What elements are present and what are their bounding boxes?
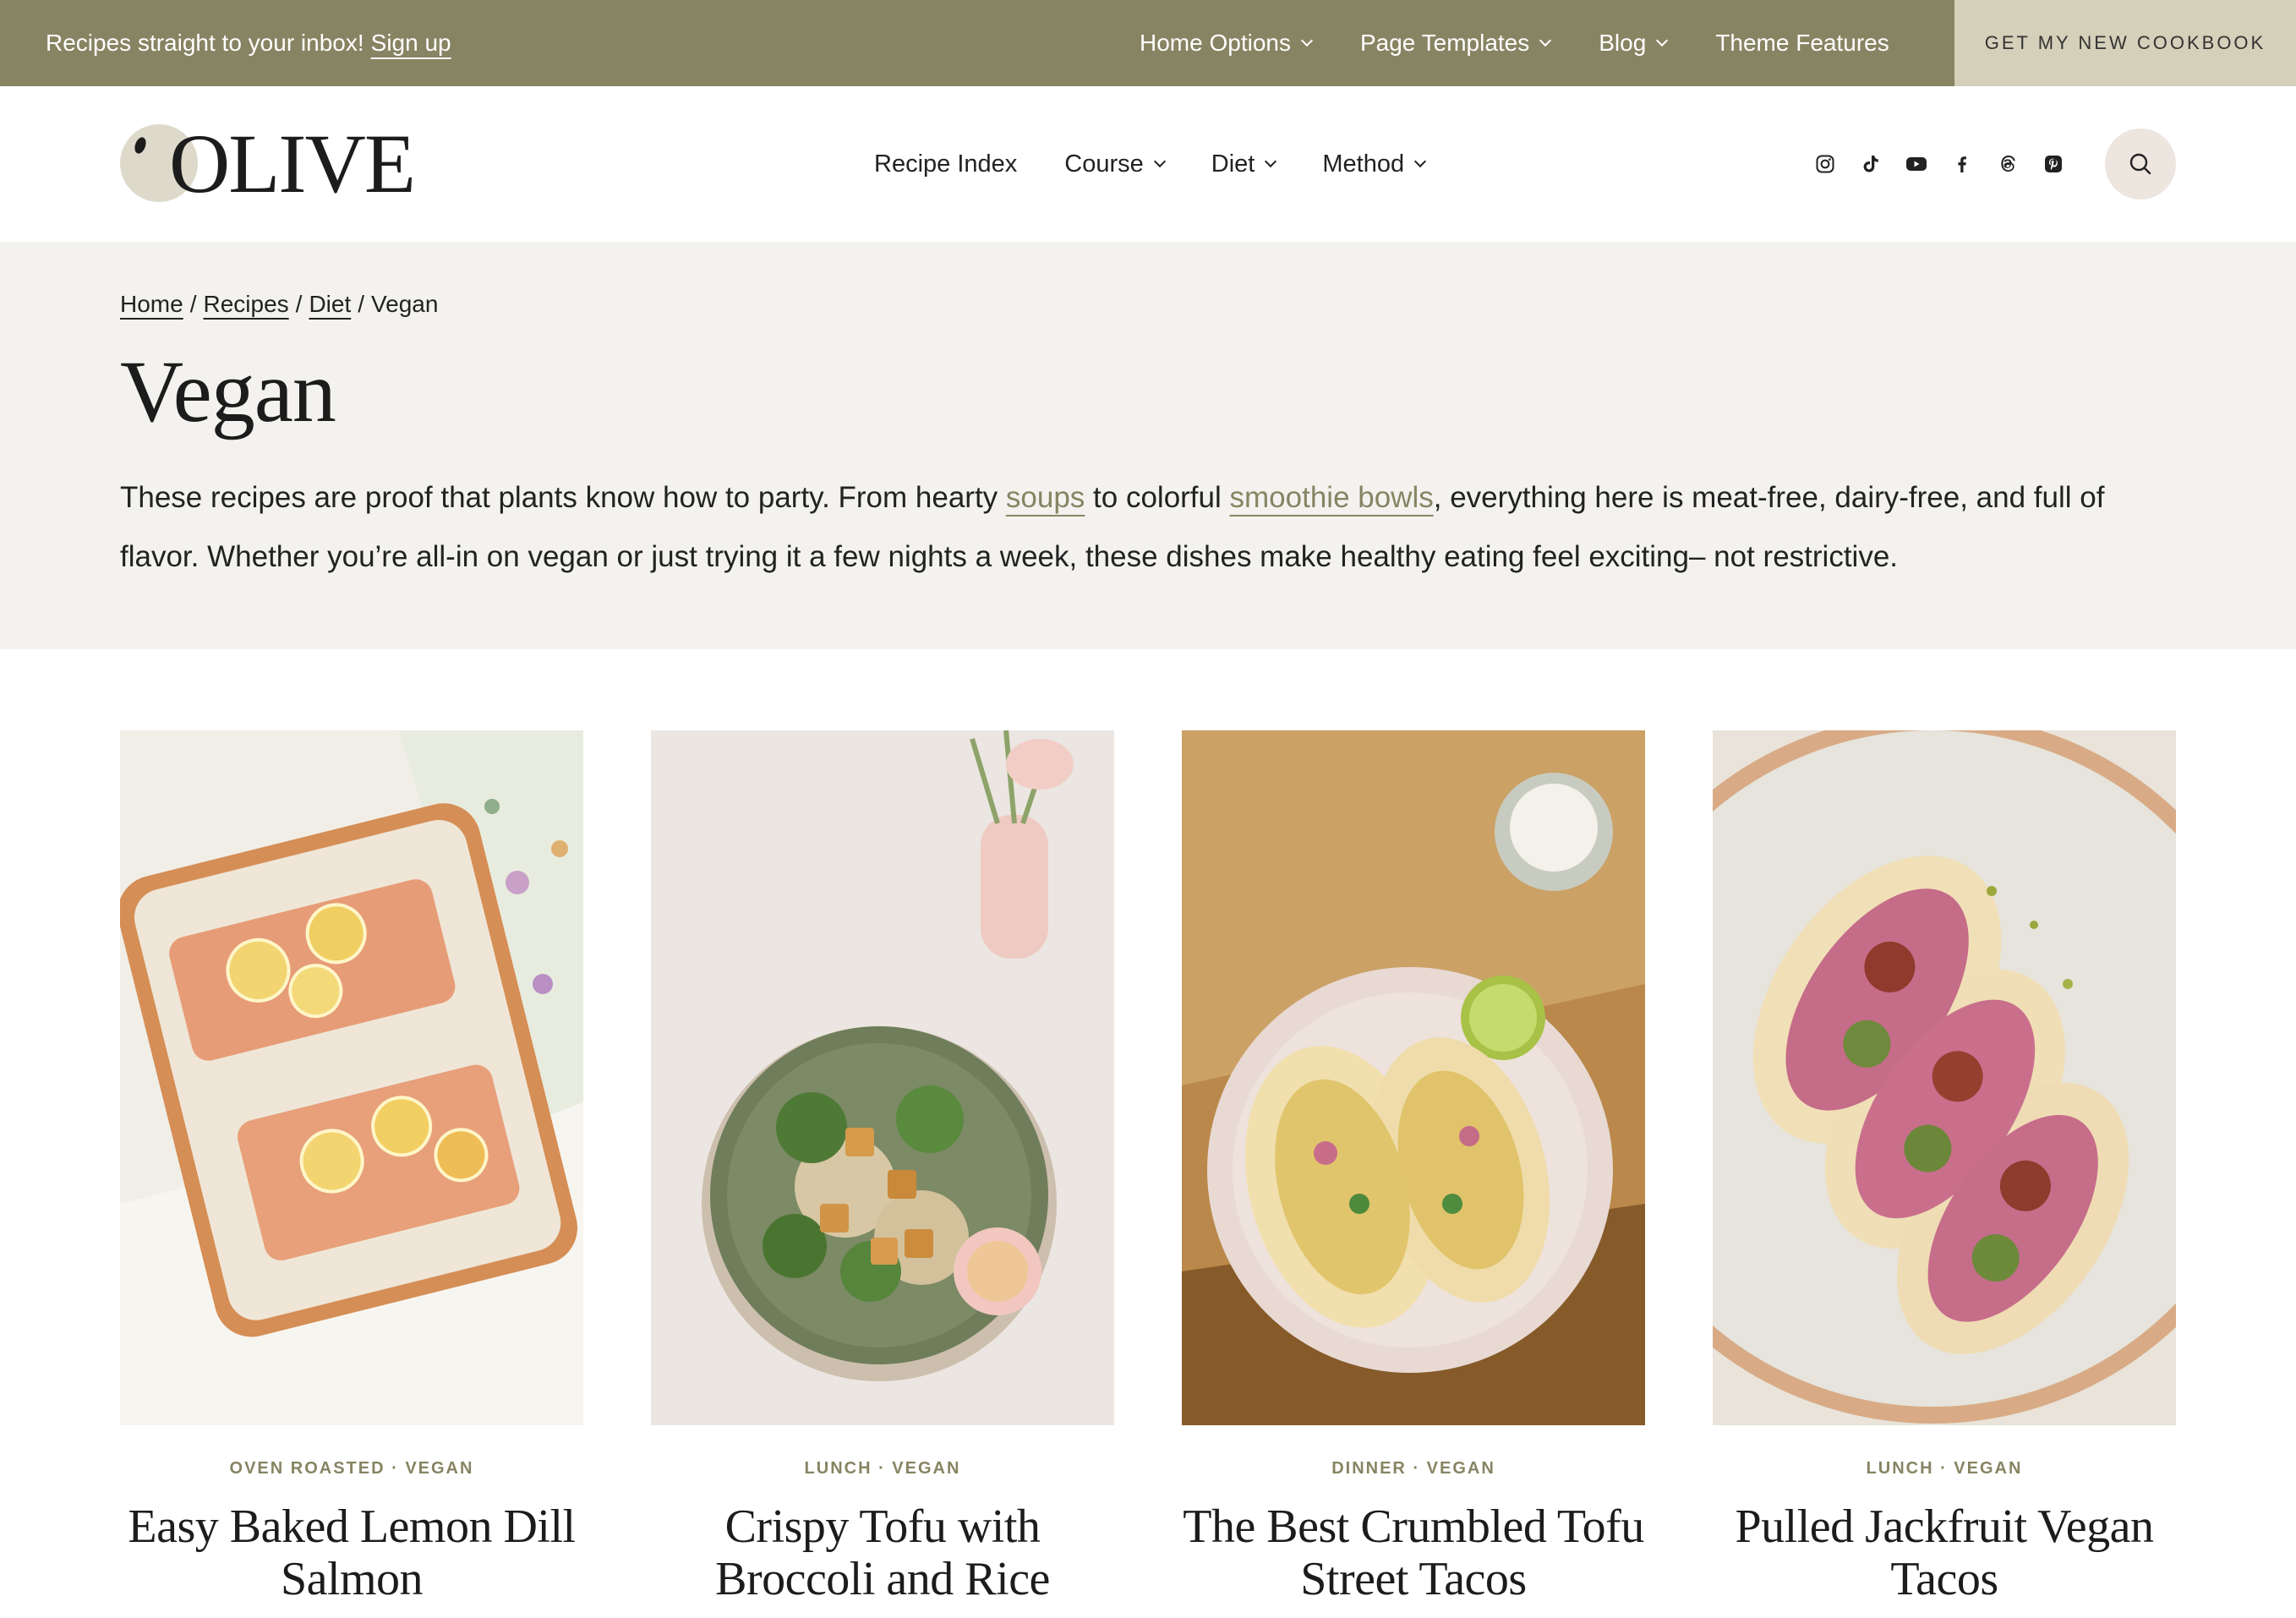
breadcrumb-separator: / bbox=[295, 291, 303, 317]
recipe-card[interactable]: LUNCH · VEGAN Pulled Jackfruit Vegan Tac… bbox=[1713, 730, 2176, 1605]
breadcrumb-separator: / bbox=[189, 291, 197, 317]
top-nav-label: Blog bbox=[1599, 30, 1647, 56]
threads-icon[interactable] bbox=[1997, 153, 2019, 175]
nav-label: Method bbox=[1322, 150, 1405, 178]
promo-text: Recipes straight to your inbox! bbox=[46, 30, 364, 56]
social-links bbox=[1814, 86, 2064, 242]
recipe-title[interactable]: Crispy Tofu with Broccoli and Rice bbox=[651, 1500, 1114, 1605]
category-hero: Home / Recipes / Diet / Vegan Vegan Thes… bbox=[0, 242, 2296, 649]
cookbook-button[interactable]: GET MY NEW COOKBOOK bbox=[1954, 0, 2296, 86]
top-nav-home-options[interactable]: Home Options bbox=[1140, 30, 1314, 57]
soups-link[interactable]: soups bbox=[1006, 481, 1085, 514]
recipe-title[interactable]: The Best Crumbled Tofu Street Tacos bbox=[1182, 1500, 1645, 1605]
recipe-category: OVEN ROASTED · VEGAN bbox=[229, 1459, 474, 1478]
recipe-category: LUNCH · VEGAN bbox=[804, 1459, 961, 1478]
facebook-icon[interactable] bbox=[1951, 153, 1973, 175]
search-icon bbox=[2129, 153, 2151, 175]
top-nav-blog[interactable]: Blog bbox=[1599, 30, 1669, 57]
breadcrumb-recipes[interactable]: Recipes bbox=[203, 291, 288, 318]
pinterest-icon[interactable] bbox=[2042, 153, 2064, 175]
announcement-bar: Recipes straight to your inbox! Sign up … bbox=[0, 0, 2296, 86]
top-nav-label: Page Templates bbox=[1359, 30, 1530, 56]
recipe-card[interactable]: LUNCH · VEGAN Crispy Tofu with Broccoli … bbox=[651, 730, 1114, 1605]
nav-label: Diet bbox=[1211, 150, 1255, 178]
nav-course[interactable]: Course bbox=[1064, 150, 1166, 178]
logo-text: OLIVE bbox=[169, 117, 416, 210]
top-nav-theme-features[interactable]: Theme Features bbox=[1715, 30, 1889, 57]
tiktok-icon[interactable] bbox=[1860, 153, 1882, 175]
top-nav: Home Options Page Templates Blog Theme F… bbox=[1140, 0, 1938, 86]
recipe-category: LUNCH · VEGAN bbox=[1866, 1459, 2023, 1478]
page-title: Vegan bbox=[120, 343, 336, 440]
youtube-icon[interactable] bbox=[1905, 153, 1927, 175]
chevron-down-icon bbox=[1656, 34, 1669, 47]
recipe-image-salmon[interactable] bbox=[120, 730, 583, 1425]
nav-method[interactable]: Method bbox=[1322, 150, 1427, 178]
nav-label: Course bbox=[1064, 150, 1144, 178]
breadcrumb: Home / Recipes / Diet / Vegan bbox=[120, 291, 438, 318]
recipe-grid: OVEN ROASTED · VEGAN Easy Baked Lemon Di… bbox=[120, 730, 2176, 1605]
breadcrumb-home[interactable]: Home bbox=[120, 291, 183, 318]
category-description: These recipes are proof that plants know… bbox=[120, 468, 2174, 587]
recipe-title[interactable]: Pulled Jackfruit Vegan Tacos bbox=[1713, 1500, 2176, 1605]
breadcrumb-current: Vegan bbox=[371, 291, 439, 317]
breadcrumb-separator: / bbox=[358, 291, 365, 317]
main-nav: Recipe Index Course Diet Method bbox=[874, 86, 1472, 242]
nav-diet[interactable]: Diet bbox=[1211, 150, 1277, 178]
nav-recipe-index[interactable]: Recipe Index bbox=[874, 150, 1017, 178]
chevron-down-icon bbox=[1414, 155, 1427, 168]
recipe-category: DINNER · VEGAN bbox=[1331, 1459, 1495, 1478]
chevron-down-icon bbox=[1153, 155, 1166, 168]
nav-label: Recipe Index bbox=[874, 150, 1018, 178]
search-button[interactable] bbox=[2105, 128, 2176, 200]
instagram-icon[interactable] bbox=[1814, 153, 1836, 175]
promo: Recipes straight to your inbox! Sign up bbox=[46, 0, 451, 86]
recipe-title[interactable]: Easy Baked Lemon Dill Salmon bbox=[120, 1500, 583, 1605]
breadcrumb-diet[interactable]: Diet bbox=[309, 291, 351, 318]
chevron-down-icon bbox=[1539, 34, 1552, 47]
site-logo[interactable]: OLIVE bbox=[120, 122, 416, 206]
chevron-down-icon bbox=[1265, 155, 1277, 168]
signup-link[interactable]: Sign up bbox=[371, 30, 451, 57]
cookbook-button-label: GET MY NEW COOKBOOK bbox=[1984, 32, 2266, 53]
recipe-image-tofu-bowl[interactable] bbox=[651, 730, 1114, 1425]
smoothie-bowls-link[interactable]: smoothie bowls bbox=[1230, 481, 1434, 514]
chevron-down-icon bbox=[1300, 34, 1314, 47]
recipe-image-street-tacos[interactable] bbox=[1182, 730, 1645, 1425]
top-nav-label: Home Options bbox=[1140, 30, 1291, 56]
top-nav-label: Theme Features bbox=[1715, 30, 1889, 56]
recipe-card[interactable]: DINNER · VEGAN The Best Crumbled Tofu St… bbox=[1182, 730, 1645, 1605]
intro-text: These recipes are proof that plants know… bbox=[120, 481, 1006, 514]
recipe-image-jackfruit-tacos[interactable] bbox=[1713, 730, 2176, 1425]
site-header: OLIVE Recipe Index Course Diet Method bbox=[0, 86, 2296, 242]
intro-text: to colorful bbox=[1085, 481, 1230, 514]
recipe-card[interactable]: OVEN ROASTED · VEGAN Easy Baked Lemon Di… bbox=[120, 730, 583, 1605]
top-nav-page-templates[interactable]: Page Templates bbox=[1359, 30, 1552, 57]
